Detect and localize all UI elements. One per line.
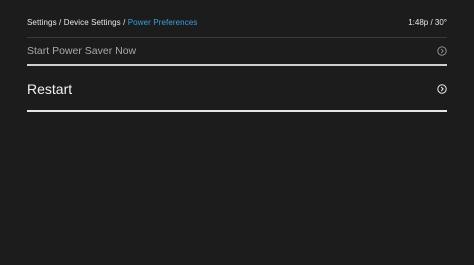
- chevron-right-circle-icon: [437, 84, 447, 94]
- breadcrumb-current: Power Preferences: [127, 18, 198, 27]
- breadcrumb-separator: /: [120, 18, 128, 27]
- breadcrumb-separator: /: [56, 18, 64, 27]
- menu-item-underline: [27, 64, 447, 66]
- chevron-right-circle-icon: [437, 46, 447, 56]
- breadcrumb-settings[interactable]: Settings: [27, 18, 57, 27]
- menu-item-restart[interactable]: Restart: [27, 78, 447, 116]
- settings-screen: Settings / Device Settings / Power Prefe…: [0, 0, 474, 265]
- menu-item-label: Start Power Saver Now: [27, 45, 137, 57]
- header: Settings / Device Settings / Power Prefe…: [27, 17, 447, 31]
- menu-item-label: Restart: [27, 81, 73, 97]
- breadcrumb: Settings / Device Settings / Power Prefe…: [27, 18, 197, 27]
- time-weather-status: 1:48p / 30°: [408, 18, 447, 27]
- menu-item-start-power-saver[interactable]: Start Power Saver Now: [27, 42, 447, 68]
- breadcrumb-device-settings[interactable]: Device Settings: [64, 18, 121, 27]
- header-divider: [27, 37, 447, 38]
- menu-item-underline: [27, 110, 447, 112]
